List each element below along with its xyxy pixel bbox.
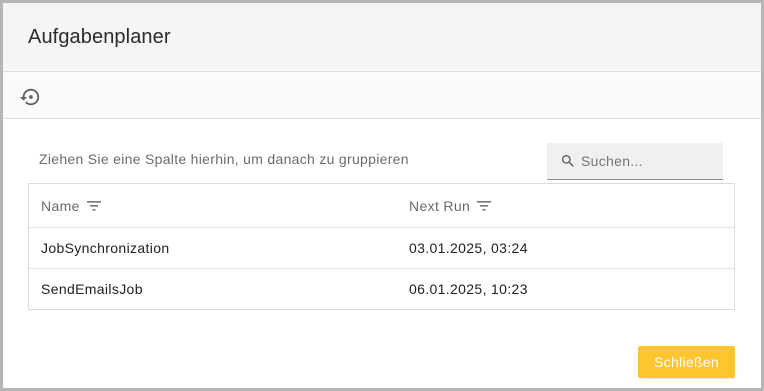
cell-name: SendEmailsJob bbox=[41, 281, 143, 297]
search-icon bbox=[562, 155, 574, 167]
close-button[interactable]: Schließen bbox=[638, 346, 735, 378]
toolbar bbox=[3, 73, 761, 119]
filter-icon[interactable] bbox=[477, 200, 492, 211]
dialog-title: Aufgabenplaner bbox=[28, 26, 171, 48]
table-row[interactable]: JobSynchronization 03.01.2025, 03:24 bbox=[29, 228, 734, 269]
dialog-header: Aufgabenplaner bbox=[3, 3, 761, 72]
column-header-next-run-label: Next Run bbox=[409, 197, 471, 214]
table-row[interactable]: SendEmailsJob 06.01.2025, 10:23 bbox=[29, 269, 734, 309]
cell-next-run: 06.01.2025, 10:23 bbox=[409, 281, 528, 297]
column-header-name[interactable]: Name bbox=[41, 198, 101, 214]
history-button[interactable] bbox=[17, 84, 43, 110]
restore-history-icon bbox=[19, 88, 40, 106]
search-input[interactable] bbox=[581, 148, 717, 174]
cell-next-run: 03.01.2025, 03:24 bbox=[409, 240, 528, 256]
filter-icon[interactable] bbox=[86, 200, 101, 211]
column-header-name-label: Name bbox=[41, 197, 80, 214]
task-grid: Name Next Run JobSynchronization 03.01.2… bbox=[28, 183, 735, 310]
column-header-next-run[interactable]: Next Run bbox=[409, 197, 492, 214]
cell-name: JobSynchronization bbox=[41, 240, 170, 256]
task-scheduler-dialog: Aufgabenplaner Ziehen Sie eine Spalte hi… bbox=[0, 0, 764, 391]
group-panel[interactable]: Ziehen Sie eine Spalte hierhin, um danac… bbox=[39, 151, 409, 167]
search-box[interactable] bbox=[547, 143, 723, 180]
grid-header-row: Name Next Run bbox=[29, 184, 734, 228]
